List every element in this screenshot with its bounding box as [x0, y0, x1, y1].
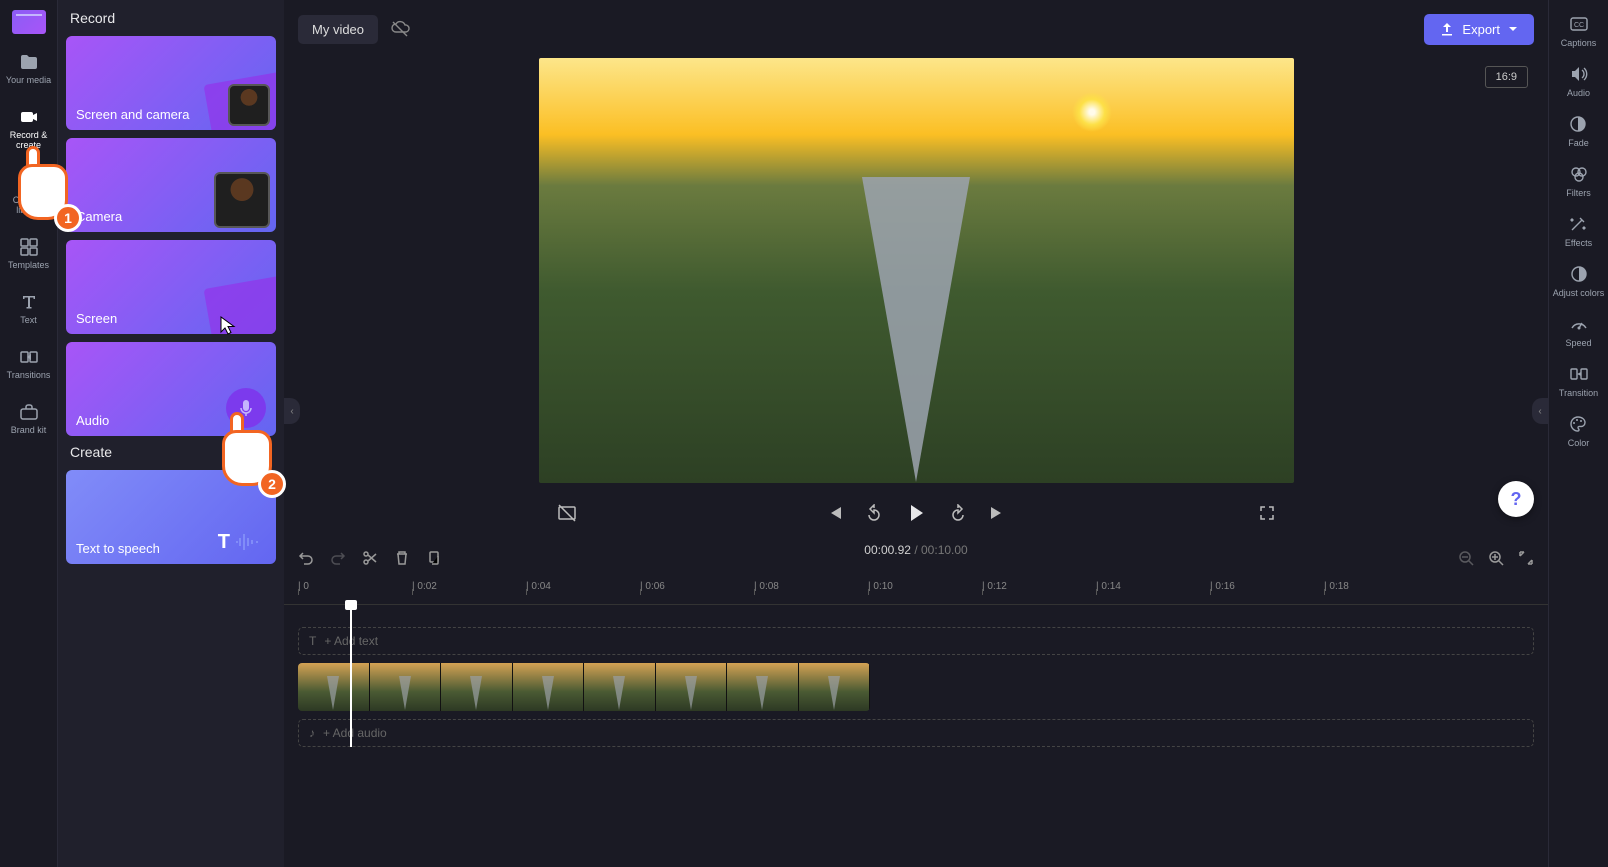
card-label: Audio — [76, 413, 109, 428]
card-label: Text to speech — [76, 541, 160, 556]
timeline-ruler[interactable]: | 0 | 0:02 | 0:04 | 0:06 | 0:08 | 0:10 |… — [284, 581, 1548, 605]
right-item-speed[interactable]: Speed — [1565, 314, 1591, 348]
sidebar-item-brand-kit[interactable]: Brand kit — [0, 398, 57, 439]
filters-icon — [1569, 164, 1589, 184]
add-audio-label: + Add audio — [323, 726, 387, 740]
seek-back-icon[interactable] — [865, 504, 883, 522]
right-item-adjust-colors[interactable]: Adjust colors — [1553, 264, 1605, 298]
sidebar-item-templates[interactable]: Templates — [0, 233, 57, 274]
music-icon: ♪ — [309, 726, 315, 740]
speed-icon — [1569, 314, 1589, 334]
app-logo[interactable] — [12, 10, 46, 34]
card-label: Screen and camera — [76, 107, 189, 122]
fade-icon — [1568, 114, 1588, 134]
sidebar-item-record-create[interactable]: Record & create — [0, 103, 57, 154]
sidebar-item-transitions[interactable]: Transitions — [0, 343, 57, 384]
brand-kit-icon — [19, 402, 39, 422]
audio-track[interactable]: ♪ + Add audio — [298, 719, 1534, 747]
help-button[interactable]: ? — [1498, 481, 1534, 517]
video-preview — [539, 58, 1294, 483]
adjust-icon — [1569, 264, 1589, 284]
chevron-down-icon — [1508, 24, 1518, 34]
library-icon — [19, 172, 39, 192]
player-controls — [539, 493, 1294, 533]
topbar: My video Export — [284, 0, 1548, 58]
speaker-icon — [1569, 64, 1589, 84]
tracks: T + Add text ♪ + Add audio — [284, 605, 1548, 747]
fullscreen-icon[interactable] — [1258, 504, 1276, 522]
effects-icon — [1568, 214, 1588, 234]
time-display: 00:00.92 / 00:10.00 — [864, 543, 967, 557]
card-audio[interactable]: Audio — [66, 342, 276, 436]
transitions-icon — [19, 347, 39, 367]
palette-icon — [1568, 414, 1588, 434]
timeline: 00:00.92 / 00:10.00 | 0 | 0:02 | 0:04 | … — [284, 533, 1548, 867]
card-label: Camera — [76, 209, 122, 224]
export-label: Export — [1462, 22, 1500, 37]
split-icon[interactable] — [362, 550, 378, 566]
sidebar-label: Templates — [8, 260, 49, 270]
transition-icon — [1569, 364, 1589, 384]
left-rail: Your media Record & create Content libra… — [0, 0, 58, 867]
video-clip[interactable] — [298, 663, 870, 711]
sidebar-label: Content library — [0, 195, 57, 215]
current-time: 00:00.92 — [864, 543, 911, 557]
trash-icon[interactable] — [394, 550, 410, 566]
playhead[interactable] — [350, 605, 352, 747]
right-item-audio[interactable]: Audio — [1567, 64, 1590, 98]
right-item-color[interactable]: Color — [1568, 414, 1590, 448]
project-title-button[interactable]: My video — [298, 15, 378, 44]
collapse-right-panel[interactable]: ‹ — [1532, 398, 1548, 424]
zoom-out-icon[interactable] — [1458, 550, 1474, 566]
media-panel: Record Screen and camera Camera Screen A… — [58, 0, 284, 867]
right-rail: CCCaptions Audio Fade Filters Effects Ad… — [1548, 0, 1608, 867]
upload-icon — [1440, 22, 1454, 36]
right-item-captions[interactable]: CCCaptions — [1561, 14, 1597, 48]
play-icon[interactable] — [905, 502, 927, 524]
sidebar-item-your-media[interactable]: Your media — [0, 48, 57, 89]
card-screen[interactable]: Screen — [66, 240, 276, 334]
svg-text:CC: CC — [1573, 22, 1583, 29]
text-icon: T — [309, 634, 316, 648]
main-area: My video Export 16:9 — [284, 0, 1548, 867]
card-label: Screen — [76, 311, 117, 326]
sidebar-label: Text — [20, 315, 37, 325]
captions-icon: CC — [1569, 14, 1589, 34]
aspect-ratio-button[interactable]: 16:9 — [1485, 66, 1528, 88]
card-camera[interactable]: Camera — [66, 138, 276, 232]
sidebar-label: Transitions — [7, 370, 51, 380]
seek-forward-icon[interactable] — [949, 504, 967, 522]
text-icon — [19, 292, 39, 312]
skip-forward-icon[interactable] — [989, 504, 1007, 522]
skip-back-icon[interactable] — [825, 504, 843, 522]
camera-icon — [19, 107, 39, 127]
right-item-transition[interactable]: Transition — [1559, 364, 1598, 398]
sidebar-item-text[interactable]: Text — [0, 288, 57, 329]
templates-icon — [19, 237, 39, 257]
card-text-to-speech[interactable]: T Text to speech — [66, 470, 276, 564]
zoom-in-icon[interactable] — [1488, 550, 1504, 566]
section-create-title: Create — [66, 444, 276, 460]
sidebar-label: Record & create — [0, 130, 57, 150]
text-track[interactable]: T + Add text — [298, 627, 1534, 655]
collapse-left-panel[interactable]: ‹ — [284, 398, 300, 424]
sidebar-item-content-library[interactable]: Content library — [0, 168, 57, 219]
preview-canvas[interactable] — [539, 58, 1294, 483]
right-item-fade[interactable]: Fade — [1568, 114, 1589, 148]
right-item-effects[interactable]: Effects — [1565, 214, 1592, 248]
fit-icon[interactable] — [1518, 550, 1534, 566]
card-screen-and-camera[interactable]: Screen and camera — [66, 36, 276, 130]
total-time: 00:10.00 — [921, 543, 968, 557]
sidebar-label: Your media — [6, 75, 51, 85]
duplicate-icon[interactable] — [426, 550, 442, 566]
sidebar-label: Brand kit — [11, 425, 47, 435]
right-item-filters[interactable]: Filters — [1566, 164, 1591, 198]
safe-zones-icon[interactable] — [557, 503, 577, 523]
folder-icon — [19, 52, 39, 72]
undo-icon[interactable] — [298, 550, 314, 566]
section-record-title: Record — [66, 10, 276, 26]
sync-off-icon[interactable] — [390, 19, 410, 39]
export-button[interactable]: Export — [1424, 14, 1534, 45]
redo-icon[interactable] — [330, 550, 346, 566]
